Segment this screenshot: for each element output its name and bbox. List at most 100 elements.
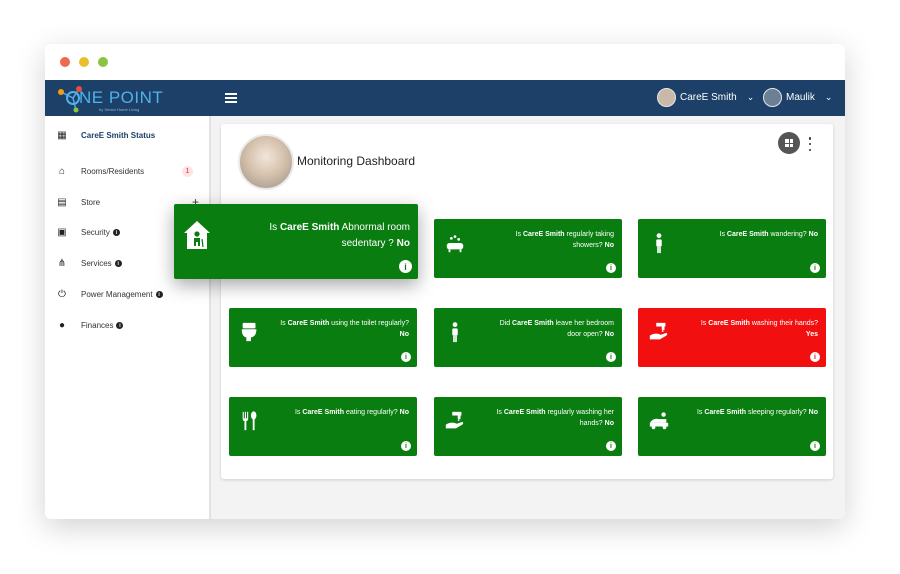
notification-badge: 1 — [182, 165, 193, 177]
fork-spoon-icon — [242, 411, 257, 431]
window-minimize-button[interactable] — [79, 57, 89, 67]
card-answer: No — [808, 409, 818, 416]
house-person-icon — [184, 221, 210, 249]
card-prefix: Is — [496, 409, 502, 416]
page-title: Monitoring Dashboard — [297, 154, 416, 168]
info-icon[interactable]: i — [155, 291, 163, 298]
card-prefix: Is — [515, 231, 521, 238]
card-text: Is CareE Smith washing their hands? Yes — [688, 318, 818, 340]
user-menu-resident[interactable]: CareE Smith ⌄ — [657, 88, 754, 107]
card-text: Is CareE Smith sleeping regularly? No — [688, 407, 818, 418]
logo-text: NE POINT — [79, 88, 164, 107]
card-resident-name: CareE Smith — [512, 320, 554, 327]
info-icon[interactable]: i — [116, 322, 124, 329]
info-icon[interactable]: i — [399, 260, 412, 273]
card-resident-name: CareE Smith — [704, 409, 746, 416]
card-answer: No — [604, 242, 614, 249]
info-icon[interactable]: i — [401, 352, 411, 362]
app-logo[interactable]: NE POINT by Senior Home Living — [55, 83, 165, 113]
card-resident-name: CareE Smith — [522, 231, 565, 238]
services-icon: ⋔ — [57, 257, 67, 269]
card-prefix: Is — [696, 409, 703, 416]
more-options-icon[interactable] — [807, 137, 813, 151]
card-prefix: Is — [294, 409, 301, 416]
card-prefix: Is — [719, 231, 725, 238]
person-icon — [656, 233, 662, 254]
hand-wash-icon — [649, 322, 668, 340]
window-close-button[interactable] — [60, 57, 70, 67]
card-question: using the toilet regularly? — [331, 320, 409, 327]
monitoring-card[interactable]: Is CareE Smith eating regularly? No i — [229, 397, 417, 456]
user-menu-account[interactable]: Maulik ⌄ — [763, 88, 832, 107]
info-icon[interactable]: i — [401, 441, 411, 451]
sidebar-item-label: Finances i — [81, 321, 124, 330]
sidebar-item-label: CareE Smith Status — [81, 130, 156, 140]
card-resident-name: CareE Smith — [708, 320, 750, 327]
card-answer: No — [399, 331, 409, 338]
card-answer: No — [604, 331, 614, 338]
card-answer: Yes — [805, 331, 818, 338]
shower-icon — [446, 235, 464, 253]
sidebar-item-status[interactable]: ▦ CareE Smith Status — [45, 125, 211, 145]
card-prefix: Did — [499, 320, 511, 327]
sidebar-item-label: Power Management i — [81, 290, 163, 299]
card-answer: No — [808, 231, 818, 238]
info-icon[interactable]: i — [606, 352, 616, 362]
power-icon: ⏻ — [58, 288, 66, 300]
sidebar: ▦ CareE Smith Status ⌂ Rooms/Residents 1… — [45, 116, 211, 519]
home-icon: ⌂ — [58, 165, 66, 177]
card-resident-name: CareE Smith — [302, 409, 344, 416]
window-maximize-button[interactable] — [98, 57, 108, 67]
info-icon[interactable]: i — [606, 441, 616, 451]
monitoring-card[interactable]: Did CareE Smith leave her bedroom door o… — [434, 308, 622, 367]
grid-icon — [785, 139, 793, 147]
resident-avatar — [238, 134, 294, 190]
card-text: Is CareE Smith regularly taking showers?… — [484, 229, 614, 251]
monitoring-card[interactable]: Is CareE Smith using the toilet regularl… — [229, 308, 417, 367]
card-question: wandering? — [770, 231, 807, 238]
monitoring-card[interactable]: Is CareE Smith washing their hands? Yes i — [638, 308, 826, 367]
card-text: Is CareE Smith regularly washing her han… — [484, 407, 614, 429]
card-prefix: Is — [700, 320, 707, 327]
card-text: Is CareE Smith using the toilet regularl… — [279, 318, 409, 340]
lock-icon: ▣ — [57, 226, 67, 238]
info-icon[interactable]: i — [810, 352, 820, 362]
dashboard-icon: ▦ — [57, 129, 67, 141]
info-icon[interactable]: i — [810, 441, 820, 451]
monitoring-card-highlighted[interactable]: Is CareE Smith Abnormal room sedentary ?… — [174, 204, 418, 279]
user-name: CareE Smith — [680, 92, 737, 103]
info-icon[interactable]: i — [112, 229, 120, 236]
avatar — [657, 88, 676, 107]
card-question: sleeping regularly? — [747, 409, 807, 416]
monitoring-card[interactable]: Is CareE Smith sleeping regularly? No i — [638, 397, 826, 456]
info-icon[interactable]: i — [114, 260, 122, 267]
door-person-icon — [452, 322, 458, 343]
sleep-icon — [649, 412, 669, 430]
monitoring-card[interactable]: Is CareE Smith regularly washing her han… — [434, 397, 622, 456]
window-titlebar — [45, 44, 845, 80]
monitoring-card[interactable]: Is CareE Smith wandering? No i — [638, 219, 826, 278]
chevron-down-icon: ⌄ — [824, 92, 833, 102]
user-name: Maulik — [786, 92, 815, 103]
sidebar-item-rooms[interactable]: ⌂ Rooms/Residents 1 — [45, 161, 211, 181]
sidebar-item-power[interactable]: ⏻ Power Management i — [45, 284, 211, 304]
card-answer: No — [604, 420, 614, 427]
sidebar-item-label: Security i — [81, 228, 120, 237]
card-answer: No — [399, 409, 409, 416]
sidebar-item-label: Rooms/Residents — [81, 166, 145, 176]
menu-toggle-icon[interactable] — [225, 93, 237, 103]
card-resident-name: CareE Smith — [287, 320, 330, 327]
grid-view-button[interactable] — [778, 132, 800, 154]
top-navbar: NE POINT by Senior Home Living CareE Smi… — [45, 80, 845, 116]
card-text: Is CareE Smith eating regularly? No — [279, 407, 409, 418]
card-question: eating regularly? — [345, 409, 398, 416]
monitoring-card[interactable]: Is CareE Smith regularly taking showers?… — [434, 219, 622, 278]
info-icon[interactable]: i — [606, 263, 616, 273]
info-icon[interactable]: i — [810, 263, 820, 273]
card-text: Did CareE Smith leave her bedroom door o… — [484, 318, 614, 340]
store-icon: ▤ — [57, 196, 67, 208]
sidebar-item-finances[interactable]: ● Finances i — [45, 315, 211, 335]
card-resident-name: CareE Smith — [503, 409, 546, 416]
logo-subtext: by Senior Home Living — [99, 107, 140, 112]
card-text: Is CareE Smith wandering? No — [688, 229, 818, 240]
